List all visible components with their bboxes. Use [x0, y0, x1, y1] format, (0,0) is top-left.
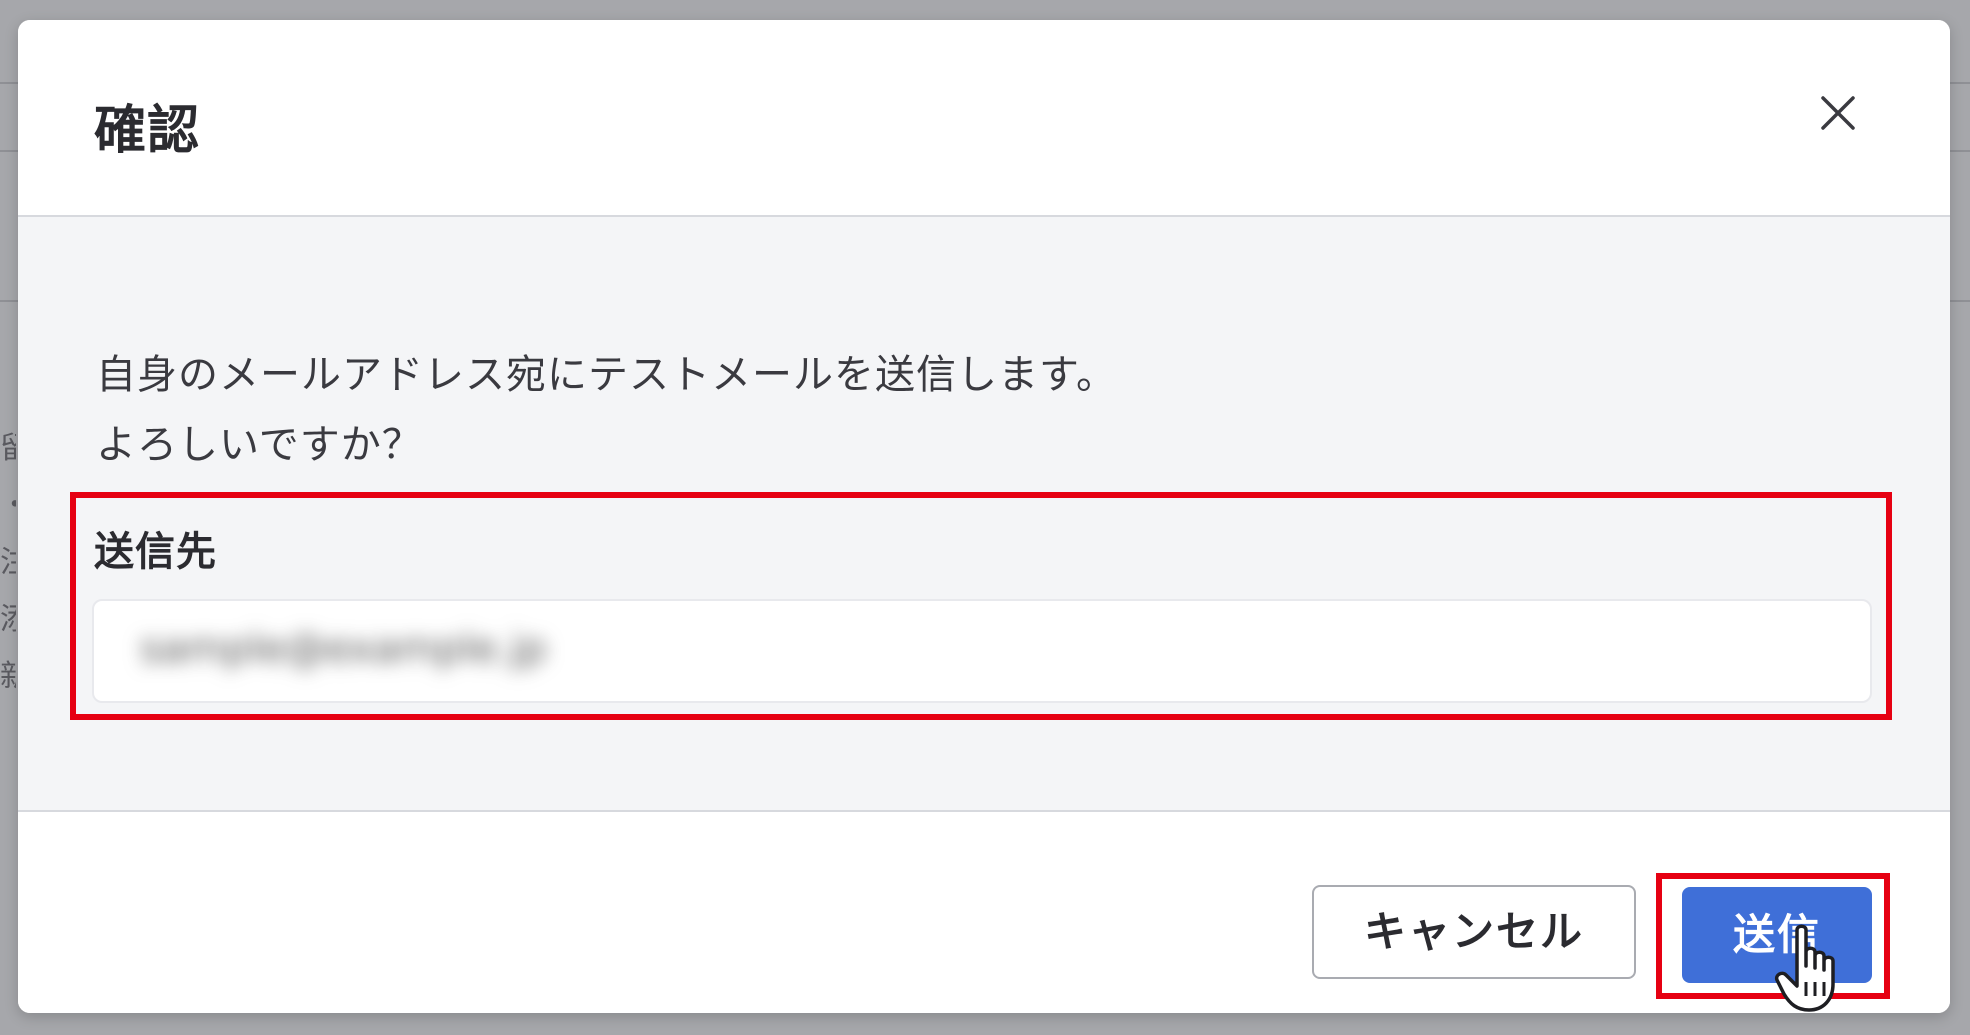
dialog-header: 確認: [18, 20, 1950, 217]
background-text: 留 ・ 注 添 新: [0, 431, 16, 694]
recipient-value-blurred: sample@example.jp: [140, 626, 547, 672]
close-button[interactable]: [1813, 88, 1863, 138]
recipient-label: 送信先: [94, 529, 217, 575]
close-icon: [1821, 96, 1855, 130]
dialog-footer: キャンセル 送信: [18, 812, 1950, 1013]
dialog-message-line: 自身のメールアドレス宛にテストメールを送信します。: [96, 352, 1117, 398]
dialog-body: 自身のメールアドレス宛にテストメールを送信します。 よろしいですか？ 送信先 s…: [18, 217, 1950, 812]
dialog-message-line: よろしいですか？: [96, 422, 423, 468]
cancel-button[interactable]: キャンセル: [1312, 885, 1636, 979]
confirm-dialog: 確認 自身のメールアドレス宛にテストメールを送信します。 よろしいですか？ 送信…: [18, 20, 1950, 1013]
dialog-title: 確認: [94, 101, 201, 161]
hand-pointer-icon: [1774, 924, 1835, 1012]
